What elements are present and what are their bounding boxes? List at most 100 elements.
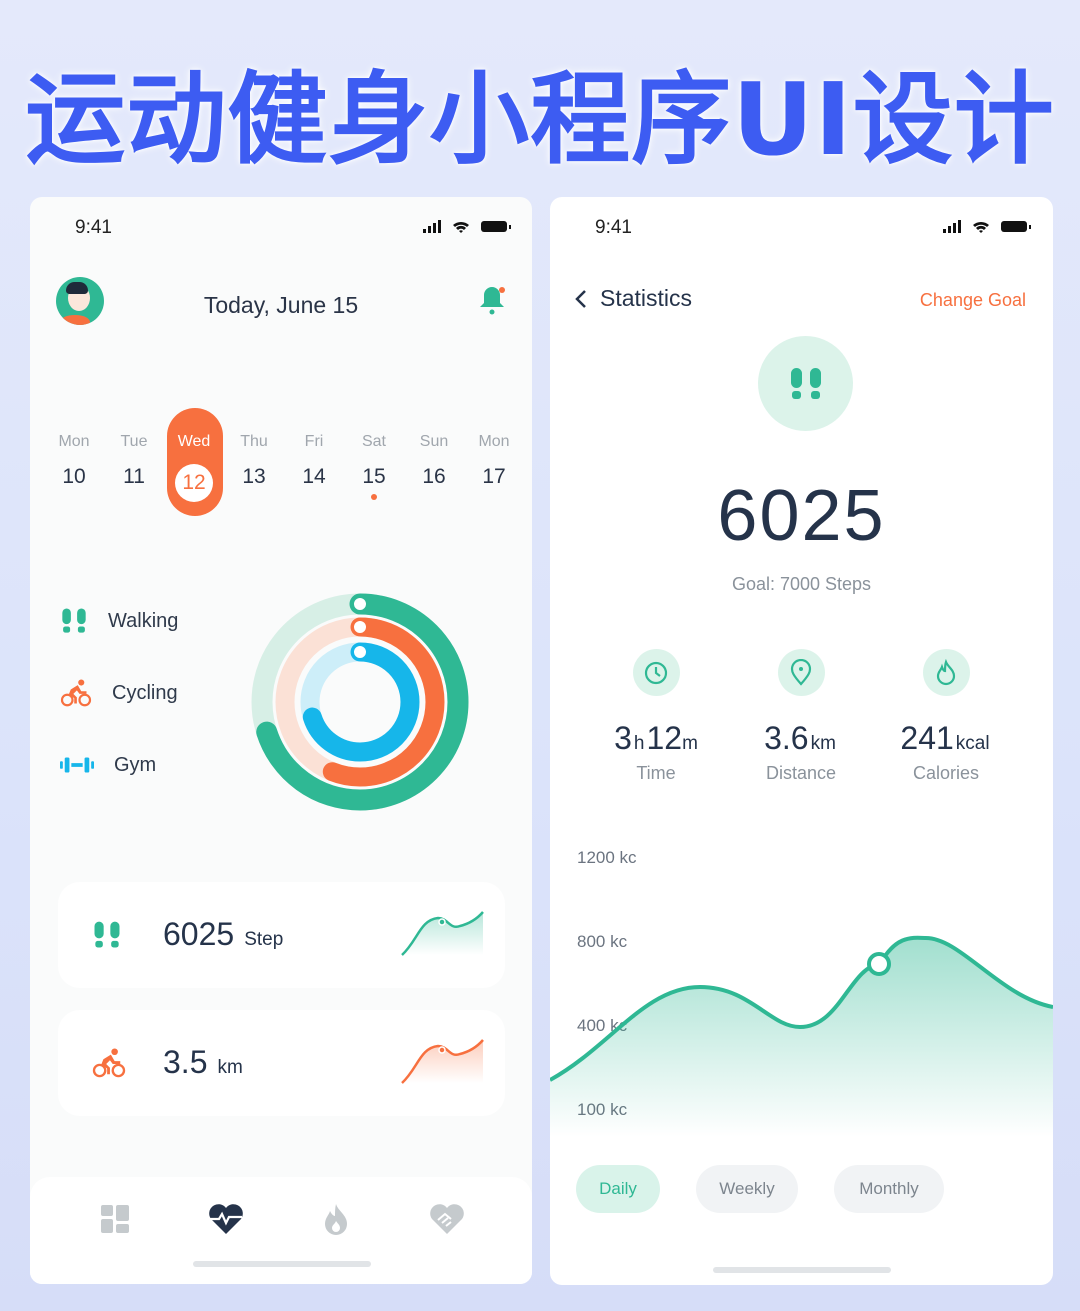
page-title: 运动健身小程序UI设计: [25, 61, 1055, 178]
y-axis-label: 1200 kc: [577, 848, 637, 867]
change-goal-link[interactable]: Change Goal: [920, 290, 1026, 311]
day-number: 11: [123, 465, 145, 488]
chart-area: [550, 937, 1053, 1137]
stat-label: Calories: [912, 763, 980, 783]
screen-title: Statistics: [600, 285, 693, 311]
stat-unit: km: [810, 733, 836, 754]
nav-item-dashboard[interactable]: [85, 1199, 145, 1239]
activity-summary-card[interactable]: 6025 Step: [58, 882, 505, 988]
statistics-screen: 9:41 Statistics Change Goal 6025 Goal: 7…: [550, 197, 1053, 1285]
stat-icon-badge: [632, 649, 680, 696]
home-screen: 9:41 Today, June 15 Mon 10 Tue 11 Wed 12 Thu 13…: [30, 197, 532, 1284]
ring-start-knob: [352, 644, 368, 660]
stat-calories: 241 kcal Calories: [871, 649, 1021, 784]
activity-rings: [251, 593, 469, 811]
nav-item-flame[interactable]: [306, 1199, 366, 1239]
tab-daily[interactable]: Daily: [576, 1165, 660, 1213]
dumbbell-icon: [60, 757, 94, 773]
week-strip: Mon 10 Tue 11 Wed 12 Thu 13 Fri 14 Sat 15 Sun 16 Mon 17: [44, 433, 524, 503]
day-name: Mon: [58, 433, 90, 450]
day-thu-13[interactable]: Thu 13: [224, 433, 284, 489]
goal-text: Goal: 7000 Steps: [731, 574, 872, 594]
heart-handshake-icon: [429, 1204, 464, 1234]
day-name: Sun: [419, 433, 449, 450]
chevron-left-icon: [575, 289, 586, 308]
sparkline: [401, 911, 484, 956]
stat-distance: 3.6 km Distance: [726, 649, 876, 784]
stat-icon-badge: [922, 649, 970, 696]
footprints-icon: [62, 608, 86, 633]
day-sat-15[interactable]: Sat 15: [344, 433, 404, 500]
status-icons: [423, 220, 511, 233]
day-number: 16: [422, 465, 446, 488]
day-mon-17[interactable]: Mon 17: [464, 433, 524, 489]
flame-icon: [325, 1204, 348, 1235]
legend-label: Cycling: [112, 681, 178, 704]
sparkline: [401, 1039, 484, 1084]
day-mon-10[interactable]: Mon 10: [44, 433, 104, 489]
stat-unit: h: [633, 733, 645, 754]
calorie-chart: [550, 935, 1053, 1137]
legend-cycling: Cycling: [60, 679, 260, 707]
status-icons: [943, 220, 1031, 233]
day-tue-11[interactable]: Tue 11: [104, 433, 164, 489]
summary-unit: km: [217, 1057, 243, 1078]
steps-badge: [758, 336, 853, 431]
day-number: 13: [242, 465, 266, 488]
legend-label: Walking: [108, 609, 179, 632]
stat-unit: kcal: [955, 733, 990, 754]
clock-icon: [644, 661, 668, 684]
day-number: 10: [62, 465, 86, 488]
day-number: 17: [482, 465, 506, 488]
tab-weekly[interactable]: Weekly: [696, 1165, 798, 1213]
stat-label: Time: [636, 763, 676, 783]
nav-item-heart-pulse[interactable]: [196, 1199, 256, 1239]
day-name: Sat: [361, 433, 386, 450]
legend-label: Gym: [114, 753, 157, 776]
stat-value: 3: [614, 720, 632, 756]
summary-value: 3.5: [163, 1044, 208, 1080]
day-sun-16[interactable]: Sun 16: [404, 433, 464, 489]
day-fri-14[interactable]: Fri 14: [284, 433, 344, 489]
summary-unit: Step: [244, 929, 284, 950]
activity-summary-card[interactable]: 3.5 km: [58, 1010, 505, 1116]
stat-time: 3 h12m Time: [581, 649, 731, 784]
footprints-icon: [790, 367, 821, 399]
period-tabs: Daily Weekly Monthly: [576, 1165, 944, 1213]
stat-unit: m: [682, 733, 698, 754]
stat-value: 241: [900, 720, 954, 756]
day-name: Mon: [478, 433, 510, 450]
cycling-icon: [60, 679, 92, 707]
cycling-icon: [92, 1048, 126, 1078]
stat-label: Distance: [765, 763, 837, 783]
day-name: Thu: [240, 433, 268, 450]
tab-monthly[interactable]: Monthly: [834, 1165, 944, 1213]
status-time: 9:41: [75, 217, 112, 238]
ring-start-knob: [352, 619, 368, 635]
day-number: 15: [362, 465, 386, 488]
legend-gym: Gym: [60, 751, 260, 779]
home-indicator: [713, 1267, 891, 1273]
stat-value: 12: [646, 720, 683, 756]
bottom-nav: [30, 1177, 532, 1284]
ring-start-knob: [352, 596, 368, 612]
status-time: 9:41: [595, 217, 632, 238]
nav-item-heart-handshake[interactable]: [417, 1199, 477, 1239]
chart-highlight-point[interactable]: [867, 952, 891, 976]
summary-value: 6025: [163, 916, 235, 952]
flame-icon: [936, 658, 956, 685]
event-dot: [371, 494, 377, 500]
stat-value: 3.6: [764, 720, 809, 756]
day-number: 14: [302, 465, 326, 488]
bell-icon[interactable]: [480, 283, 508, 317]
steps-count: 6025: [717, 476, 886, 556]
location-pin-icon: [790, 658, 812, 686]
back-button[interactable]: Statistics: [574, 285, 692, 312]
legend-walking: Walking: [60, 607, 260, 635]
day-name: Fri: [304, 433, 324, 450]
day-number: 12: [175, 464, 213, 502]
home-indicator: [193, 1261, 371, 1267]
day-name: Wed: [177, 433, 211, 450]
stat-icon-badge: [777, 649, 825, 696]
day-wed-12[interactable]: Wed 12: [164, 433, 224, 502]
